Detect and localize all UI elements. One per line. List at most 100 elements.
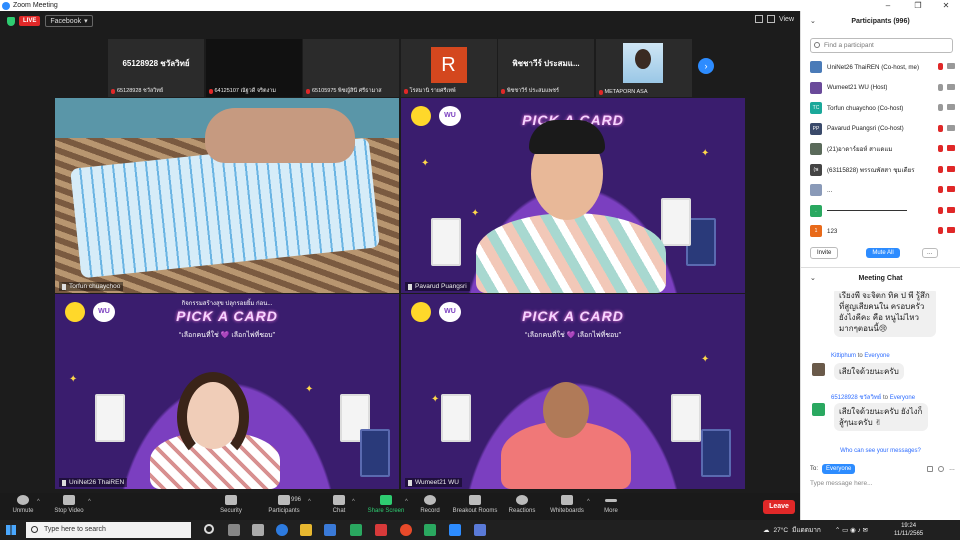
app-icon[interactable] [375, 524, 387, 536]
participant-row[interactable]: UniNet26 ThaiREN (Co-host, me) [810, 57, 955, 78]
who-can-see-link[interactable]: Who can see your messages? [801, 448, 960, 454]
slide-title: PICK A CARD [522, 308, 624, 324]
chevron-down-icon[interactable]: ⌄ [810, 268, 816, 290]
close-window-button[interactable]: ✕ [932, 0, 960, 11]
task-view-icon[interactable] [228, 524, 240, 536]
file-explorer-icon[interactable] [300, 524, 312, 536]
maximize-button[interactable]: ❐ [904, 0, 932, 11]
microphone-icon[interactable] [938, 124, 943, 132]
participant-row[interactable]: . [810, 201, 955, 222]
leave-button[interactable]: Leave [763, 500, 795, 514]
strip-thumb[interactable]: 64125107 ณัฐวดี จริตงาม [205, 39, 302, 97]
microphone-icon[interactable] [938, 63, 943, 70]
strip-thumb[interactable]: METAPORN ASA [595, 39, 692, 97]
breakout-rooms-button[interactable]: Breakout Rooms [452, 495, 498, 519]
chevron-up-icon[interactable]: ^ [352, 499, 355, 505]
video-tile-torfun[interactable]: Torfun chuaychoo [55, 98, 399, 293]
strip-thumb[interactable]: พิชชาวีร์ ประสมแ... พิชชาวีร์ ประสมแพชร์ [498, 39, 594, 97]
microphone-icon[interactable] [938, 104, 943, 111]
shield-icon[interactable] [7, 16, 15, 26]
video-tile-uninet26[interactable]: กิจกรรมสร้างสุข ปลุกรอยยิ้ม ก่อน... WU P… [55, 294, 399, 489]
minimize-button[interactable]: – [874, 0, 902, 11]
video-tile-pavarud[interactable]: WU PICK A CARD ✦ ✦ ✦ Pavarud Puangsri [401, 98, 745, 293]
participants-more-button[interactable]: … [921, 248, 938, 258]
taskbar-search-placeholder: Type here to search [44, 526, 106, 533]
store-icon[interactable] [324, 524, 336, 536]
strip-thumb[interactable]: 65128928 ชวัลวิทย์ 65128928 ชวัลวิทย์ [108, 39, 204, 97]
whiteboards-button[interactable]: Whiteboards [548, 495, 586, 519]
chevron-up-icon[interactable]: ^ [405, 499, 408, 505]
chevron-up-icon[interactable]: ^ [587, 499, 590, 505]
participant-row[interactable]: (พ (63115828) พรรณพัสสา ชุมเดียร [810, 160, 955, 181]
tray-icons[interactable]: ⌃ ▭ ◉ ♪ ✉ [835, 526, 868, 534]
chat-button[interactable]: Chat [329, 495, 349, 519]
strip-thumb[interactable]: R โรสมานิ รายศรีเทพ์ [400, 39, 497, 97]
invite-button[interactable]: Invite [810, 247, 839, 259]
zoom-app-icon [2, 1, 10, 10]
more-button[interactable]: More [600, 495, 622, 519]
video-camera-icon[interactable] [947, 104, 955, 110]
chevron-up-icon[interactable]: ^ [88, 499, 91, 505]
chat-message-input[interactable]: Type message here... [810, 480, 873, 487]
people-icon [278, 495, 290, 505]
weather-icon[interactable]: ☁ [763, 526, 770, 534]
video-camera-icon[interactable] [947, 227, 955, 233]
reactions-button[interactable]: Reactions [506, 495, 538, 519]
chevron-down-icon[interactable]: ⌄ [810, 11, 816, 33]
line-icon[interactable] [424, 524, 436, 536]
video-camera-icon[interactable] [947, 83, 955, 90]
taskbar-search-input[interactable]: Type here to search [26, 522, 191, 538]
microphone-icon[interactable] [938, 227, 943, 234]
participant-row[interactable]: ... [810, 180, 955, 201]
video-camera-icon[interactable] [947, 124, 955, 131]
video-camera-icon[interactable] [947, 63, 955, 69]
mic-muted-icon [208, 88, 213, 94]
zoom-icon[interactable] [449, 524, 461, 536]
ellipsis-icon[interactable]: … [949, 466, 955, 472]
participants-header: ⌄ Participants (996) [801, 11, 960, 33]
unmute-button[interactable]: Unmute [10, 495, 36, 519]
app-icon[interactable] [474, 524, 486, 536]
chevron-up-icon[interactable]: ^ [37, 499, 40, 505]
emoji-icon[interactable] [938, 466, 944, 472]
participant-row[interactable]: (21)อาดาร์ยอห์ สาแดแม [810, 139, 955, 160]
chevron-up-icon[interactable]: ^ [308, 499, 311, 505]
next-page-arrow-icon[interactable]: › [698, 58, 714, 74]
participant-row[interactable]: 1 123 [810, 221, 955, 242]
microphone-icon[interactable] [938, 145, 943, 152]
video-tile-wumeet21[interactable]: WU PICK A CARD “เลือกคนที่ใช่ 💜 เลือกไพ่… [401, 294, 745, 489]
edge-icon[interactable] [276, 524, 288, 536]
mute-all-button[interactable]: Mute All [866, 248, 900, 258]
line-icon[interactable] [350, 524, 362, 536]
record-button[interactable]: Record [418, 495, 442, 519]
file-icon[interactable] [927, 466, 933, 472]
fullscreen-icon[interactable] [754, 15, 763, 23]
participant-row[interactable]: PP Pavarud Puangsri (Co-host) [810, 119, 955, 140]
share-screen-button[interactable]: Share Screen [366, 495, 406, 519]
settings-icon[interactable] [252, 524, 264, 536]
taskbar-clock[interactable]: 19:24 11/11/2565 [894, 522, 923, 538]
microphone-icon[interactable] [938, 83, 943, 91]
windows-start-icon[interactable] [6, 525, 16, 535]
video-camera-icon[interactable] [947, 206, 955, 213]
cortana-icon[interactable] [204, 524, 214, 534]
video-camera-icon[interactable] [947, 165, 955, 172]
participant-search-input[interactable]: Find a participant [810, 38, 953, 53]
video-camera-icon[interactable] [947, 145, 955, 151]
stream-target-dropdown[interactable]: Facebook ▾ [45, 15, 93, 27]
security-button[interactable]: Security [218, 495, 244, 519]
view-button[interactable]: View [754, 15, 794, 23]
stop-video-button[interactable]: Stop Video [52, 495, 86, 519]
video-camera-icon[interactable] [947, 186, 955, 192]
microphone-icon[interactable] [938, 186, 943, 193]
recipient-dropdown[interactable]: Everyone [822, 464, 856, 474]
microphone-icon[interactable] [938, 165, 943, 173]
participant-row[interactable]: Wumeet21 WU (Host) [810, 78, 955, 99]
chrome-icon[interactable] [400, 524, 412, 536]
chat-header: ⌄ Meeting Chat [801, 268, 960, 290]
star-icon: ✦ [431, 394, 440, 405]
participant-row[interactable]: TC Torfun chuaychoo (Co-host) [810, 98, 955, 119]
microphone-icon[interactable] [938, 206, 943, 214]
live-badge[interactable]: LIVE [19, 16, 41, 26]
strip-thumb[interactable]: 65105975 พิชญ์สินี ศรีธามาส [303, 39, 399, 97]
